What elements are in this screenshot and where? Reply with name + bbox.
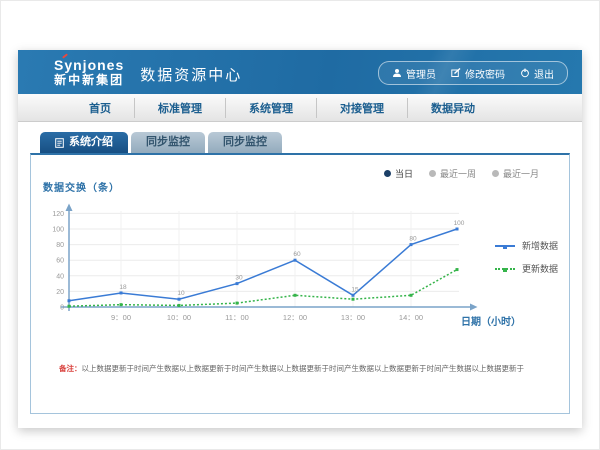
radio-label: 当日 xyxy=(395,167,413,180)
user-icon xyxy=(392,68,402,78)
content-area: 系统介绍 同步监控 同步监控 当日 最近一周 xyxy=(18,122,582,429)
tab-sync-monitor-2[interactable]: 同步监控 xyxy=(208,132,282,153)
svg-text:80: 80 xyxy=(56,242,64,249)
radio-dot xyxy=(492,170,499,177)
y-axis-title: 数据交换（条） xyxy=(43,179,120,194)
svg-text:100: 100 xyxy=(52,227,64,234)
tab-label: 系统介绍 xyxy=(69,132,113,153)
user-bar: 管理员 修改密码 退出 xyxy=(378,61,568,85)
svg-text:30: 30 xyxy=(235,275,243,282)
radio-last-month[interactable]: 最近一月 xyxy=(492,167,539,180)
main-nav: 首页 标准管理 系统管理 对接管理 数据异动 xyxy=(18,94,582,122)
legend-label: 更新数据 xyxy=(522,262,558,275)
brand-company-name: 新中新集团 xyxy=(54,74,124,87)
nav-item-standard-mgmt[interactable]: 标准管理 xyxy=(135,98,226,118)
footnote-text: 以上数据更新于时间产生数据以上数据更新于时间产生数据以上数据更新于时间产生数据以… xyxy=(82,364,525,373)
edit-icon xyxy=(451,68,461,78)
svg-text:100: 100 xyxy=(454,220,465,227)
brand-logo-text: Synjones xyxy=(54,58,124,73)
nav-item-data-change[interactable]: 数据异动 xyxy=(408,98,498,118)
svg-text:60: 60 xyxy=(293,251,301,258)
svg-text:13：00: 13：00 xyxy=(341,313,365,322)
legend-label: 新增数据 xyxy=(522,239,558,252)
tab-label: 同步监控 xyxy=(146,132,190,153)
user-name: 管理员 xyxy=(406,66,436,81)
line-chart: 0 20 40 60 80 100 120 9：00 10：00 11：00 12：00 13：00 1… xyxy=(43,203,479,325)
chart-panel: 当日 最近一周 最近一月 数据交换（条） 日期（小时） 020406080100… xyxy=(30,153,570,414)
svg-text:15: 15 xyxy=(351,286,359,293)
svg-text:18: 18 xyxy=(119,284,127,291)
user-menu[interactable]: 管理员 xyxy=(392,66,436,81)
svg-text:12：00: 12：00 xyxy=(283,313,307,322)
tab-sync-monitor-1[interactable]: 同步监控 xyxy=(131,132,205,153)
app-header: Synjones 新中新集团 数据资源中心 管理员 修改密码 xyxy=(18,50,582,94)
radio-last-week[interactable]: 最近一周 xyxy=(429,167,476,180)
svg-text:60: 60 xyxy=(56,258,64,265)
series-legend: 新增数据 更新数据 xyxy=(495,239,558,285)
svg-text:10: 10 xyxy=(177,290,185,297)
logout-label: 退出 xyxy=(534,66,554,81)
tab-system-intro[interactable]: 系统介绍 xyxy=(40,132,128,153)
svg-text:0: 0 xyxy=(60,305,64,312)
legend-update-data[interactable]: 更新数据 xyxy=(495,262,558,275)
svg-text:11：00: 11：00 xyxy=(225,313,249,322)
legend-line-solid xyxy=(495,245,515,247)
change-password-button[interactable]: 修改密码 xyxy=(451,66,505,81)
tab-label: 同步监控 xyxy=(223,132,267,153)
radio-label: 最近一周 xyxy=(440,167,476,180)
logout-button[interactable]: 退出 xyxy=(520,66,554,81)
document-icon xyxy=(55,138,64,148)
legend-new-data[interactable]: 新增数据 xyxy=(495,239,558,252)
svg-text:10：00: 10：00 xyxy=(167,313,191,322)
tab-bar: 系统介绍 同步监控 同步监控 xyxy=(40,132,285,153)
legend-line-dotted xyxy=(495,268,515,270)
radio-dot xyxy=(384,170,391,177)
nav-item-home[interactable]: 首页 xyxy=(66,98,135,118)
time-range-selector: 当日 最近一周 最近一月 xyxy=(384,167,539,180)
svg-text:9：00: 9：00 xyxy=(111,313,131,322)
svg-text:40: 40 xyxy=(56,273,64,280)
footnote-prefix: 备注： xyxy=(59,364,82,373)
change-password-label: 修改密码 xyxy=(465,66,505,81)
nav-item-system-mgmt[interactable]: 系统管理 xyxy=(226,98,317,118)
svg-text:14：00: 14：00 xyxy=(399,313,423,322)
svg-text:120: 120 xyxy=(52,211,64,218)
logo-wordmark: Synjones xyxy=(54,57,124,73)
footnote: 备注：以上数据更新于时间产生数据以上数据更新于时间产生数据以上数据更新于时间产生… xyxy=(59,363,524,374)
nav-item-interface-mgmt[interactable]: 对接管理 xyxy=(317,98,408,118)
radio-dot xyxy=(429,170,436,177)
radio-today[interactable]: 当日 xyxy=(384,167,413,180)
power-icon xyxy=(520,68,530,78)
radio-label: 最近一月 xyxy=(503,167,539,180)
brand-logo: Synjones 新中新集团 xyxy=(54,57,124,88)
app-window: Synjones 新中新集团 数据资源中心 管理员 修改密码 xyxy=(18,50,582,428)
page-title: 数据资源中心 xyxy=(140,64,242,85)
svg-text:80: 80 xyxy=(409,236,417,243)
svg-text:20: 20 xyxy=(56,289,64,296)
